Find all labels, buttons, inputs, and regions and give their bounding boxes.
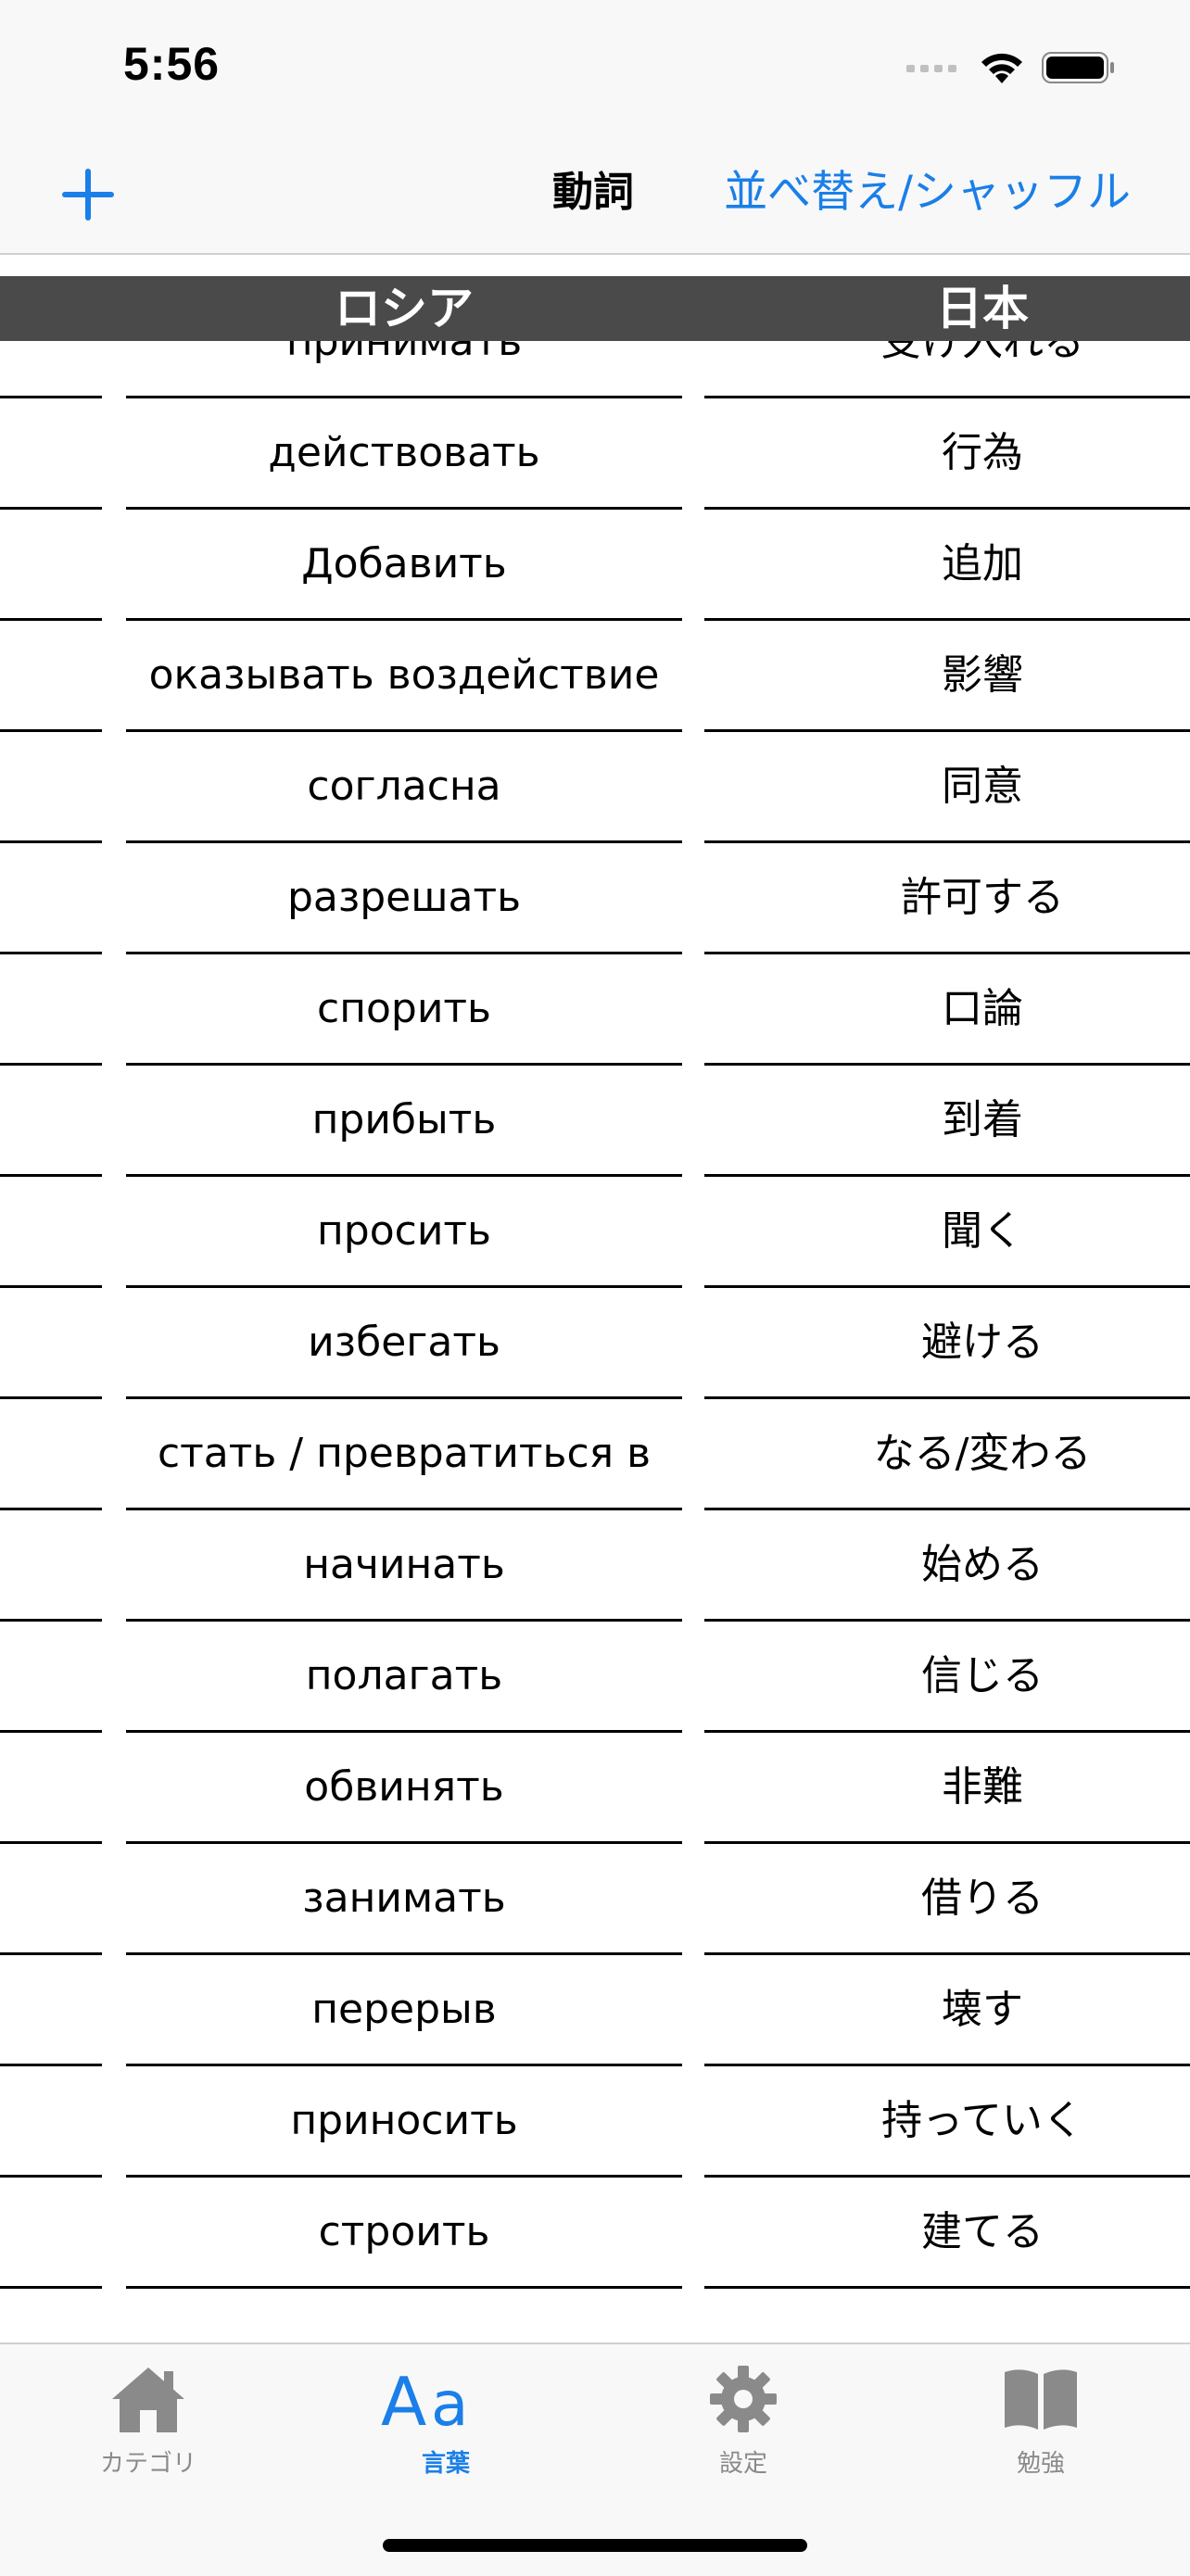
table-row[interactable]: начинать 始める [0, 1510, 1190, 1622]
japanese-word: 避ける [921, 1319, 1044, 1366]
svg-text:a: a [431, 2368, 468, 2434]
tab-label: 言葉 [421, 2450, 470, 2478]
tab-bar: カテゴリ A a 言葉 設定 勉強 [0, 2342, 1190, 2576]
tab-study[interactable]: 勉強 [948, 2357, 1133, 2496]
japanese-word: 受け入れる [880, 341, 1084, 365]
japanese-word: 同意 [942, 763, 1023, 810]
russian-word [126, 2289, 682, 2342]
word-rows: принимать 受け入れる действовать 行為 Добавить 追加 ока… [0, 341, 1190, 2342]
house-icon [112, 2368, 184, 2432]
table-row[interactable]: стать / превратиться в なる/変わる [0, 1399, 1190, 1510]
russian-word: приносить [290, 2097, 518, 2144]
battery-icon [1042, 52, 1114, 83]
japanese-word: なる/変わる [873, 1430, 1092, 1477]
table-row[interactable]: согласна 同意 [0, 732, 1190, 843]
japanese-word [704, 2289, 1190, 2342]
japanese-word: 行為 [942, 429, 1023, 476]
table-row[interactable]: принимать 受け入れる [0, 341, 1190, 398]
table-row[interactable]: просить 聞く [0, 1177, 1190, 1288]
tab-words[interactable]: A a 言葉 [353, 2357, 538, 2496]
status-bar: 5:56 [0, 0, 1190, 134]
japanese-word: 始める [921, 1541, 1044, 1588]
cellular-signal-icon [906, 65, 956, 72]
table-row[interactable]: прибыть 到着 [0, 1066, 1190, 1177]
table-row[interactable]: обвинять 非難 [0, 1733, 1190, 1844]
russian-word: согласна [307, 763, 501, 810]
japanese-word: 聞く [942, 1207, 1023, 1255]
text-format-icon: A a [381, 2364, 468, 2434]
status-icons [906, 44, 1116, 91]
tab-categories[interactable]: カテゴリ [56, 2357, 241, 2496]
tab-settings[interactable]: 設定 [651, 2357, 836, 2496]
gear-icon [710, 2366, 777, 2432]
japanese-word: 許可する [901, 874, 1064, 921]
column-header-russian: ロシア [335, 282, 474, 335]
russian-word: спорить [317, 985, 491, 1032]
russian-word: перерыв [311, 1986, 497, 2033]
table-row[interactable]: спорить 口論 [0, 954, 1190, 1066]
table-row[interactable]: оказывать воздействие 影響 [0, 621, 1190, 732]
wifi-icon [981, 53, 1022, 83]
russian-word: занимать [302, 1875, 506, 1922]
russian-word: оказывать воздействие [148, 651, 660, 699]
table-header: ロシア 日本 [0, 276, 1190, 341]
russian-word: начинать [303, 1541, 505, 1588]
column-header-japanese: 日本 [936, 282, 1029, 335]
russian-word: принимать [285, 341, 523, 365]
russian-word: стать / превратиться в [157, 1430, 652, 1477]
table-row[interactable]: избегать 避ける [0, 1288, 1190, 1399]
russian-word: избегать [308, 1319, 500, 1366]
russian-word: Добавить [301, 540, 507, 587]
table-row[interactable] [0, 2289, 1190, 2342]
navigation-bar: 動詞 並べ替え/シャッフル [0, 134, 1190, 255]
table-row[interactable]: разрешать 許可する [0, 843, 1190, 954]
table-row[interactable]: перерыв 壊す [0, 1955, 1190, 2066]
table-row[interactable]: полагать 信じる [0, 1622, 1190, 1733]
table-row[interactable]: приносить 持っていく [0, 2066, 1190, 2178]
russian-word: полагать [305, 1652, 503, 1699]
russian-word: строить [318, 2208, 490, 2255]
japanese-word: 持っていく [881, 2097, 1083, 2144]
tab-label: 勉強 [1016, 2450, 1065, 2478]
russian-word: действовать [268, 429, 540, 476]
japanese-word: 口論 [942, 985, 1023, 1032]
table-row[interactable]: Добавить 追加 [0, 510, 1190, 621]
status-time: 5:56 [123, 38, 221, 90]
japanese-word: 信じる [921, 1652, 1044, 1699]
japanese-word: 借りる [921, 1875, 1044, 1922]
japanese-word: 追加 [942, 540, 1023, 587]
tab-label: 設定 [718, 2450, 767, 2478]
table-row[interactable]: действовать 行為 [0, 398, 1190, 510]
russian-word: обвинять [304, 1763, 504, 1811]
japanese-word: 到着 [942, 1096, 1023, 1143]
word-list[interactable]: принимать 受け入れる действовать 行為 Добавить 追加 ока… [0, 341, 1190, 2342]
sort-shuffle-button[interactable]: 並べ替え/シャッフル [724, 162, 1131, 223]
tab-label: カテゴリ [99, 2450, 196, 2478]
japanese-word: 建てる [921, 2208, 1044, 2255]
table-row[interactable]: занимать 借りる [0, 1844, 1190, 1955]
table-row[interactable]: строить 建てる [0, 2178, 1190, 2289]
plus-icon [62, 169, 114, 221]
russian-word: прибыть [311, 1096, 497, 1143]
russian-word: разрешать [286, 874, 522, 921]
japanese-word: 影響 [942, 651, 1023, 699]
japanese-word: 非難 [942, 1763, 1023, 1811]
home-indicator [383, 2539, 807, 2552]
page-title: 動詞 [552, 169, 634, 216]
svg-text:A: A [381, 2364, 426, 2434]
japanese-word: 壊す [942, 1986, 1023, 2033]
book-icon [1005, 2369, 1077, 2430]
russian-word: просить [317, 1207, 491, 1255]
add-button[interactable] [56, 162, 120, 227]
